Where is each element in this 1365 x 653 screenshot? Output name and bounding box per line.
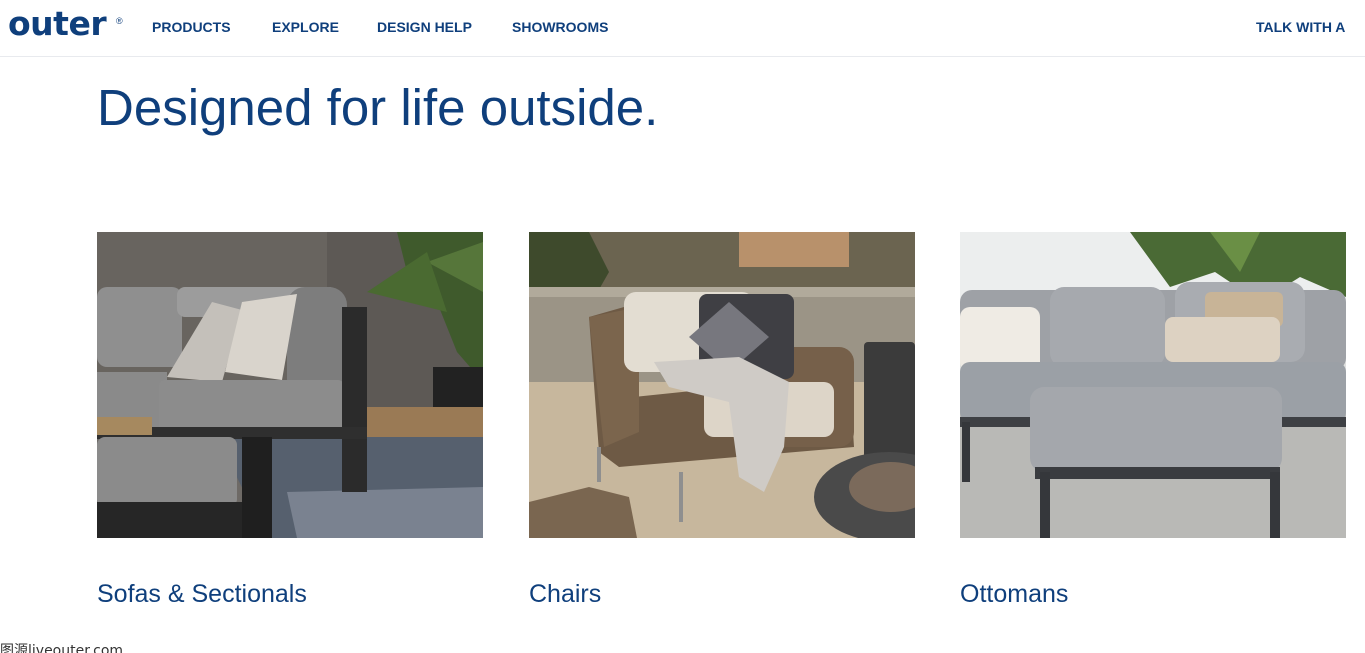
registered-mark: ® (116, 16, 123, 26)
category-label[interactable]: Ottomans (960, 580, 1068, 609)
category-label[interactable]: Sofas & Sectionals (97, 580, 307, 609)
wicker-lounge-chair-photo[interactable] (529, 232, 915, 538)
ottoman-sectional-photo[interactable] (960, 232, 1346, 538)
category-label[interactable]: Chairs (529, 580, 601, 609)
page-title: Designed for life outside. (97, 79, 659, 136)
top-nav-bar: outer ® PRODUCTS EXPLORE DESIGN HELP SHO… (0, 0, 1365, 57)
category-card-ottomans[interactable]: Ottomans (960, 232, 1346, 608)
nav-products[interactable]: PRODUCTS (152, 19, 231, 35)
outer-logo[interactable]: outer (8, 4, 107, 43)
nav-design-help[interactable]: DESIGN HELP (377, 19, 472, 35)
talk-with-expert-link[interactable]: TALK WITH A (1256, 19, 1345, 35)
category-card-sofas-sectionals[interactable]: Sofas & Sectionals (97, 232, 483, 608)
nav-showrooms[interactable]: SHOWROOMS (512, 19, 608, 35)
sectional-sofa-photo[interactable] (97, 232, 483, 538)
category-card-chairs[interactable]: Chairs (529, 232, 915, 608)
image-source-credit: 图源liveouter.com (0, 643, 124, 653)
page: outer ® PRODUCTS EXPLORE DESIGN HELP SHO… (0, 0, 1365, 653)
nav-explore[interactable]: EXPLORE (272, 19, 339, 35)
